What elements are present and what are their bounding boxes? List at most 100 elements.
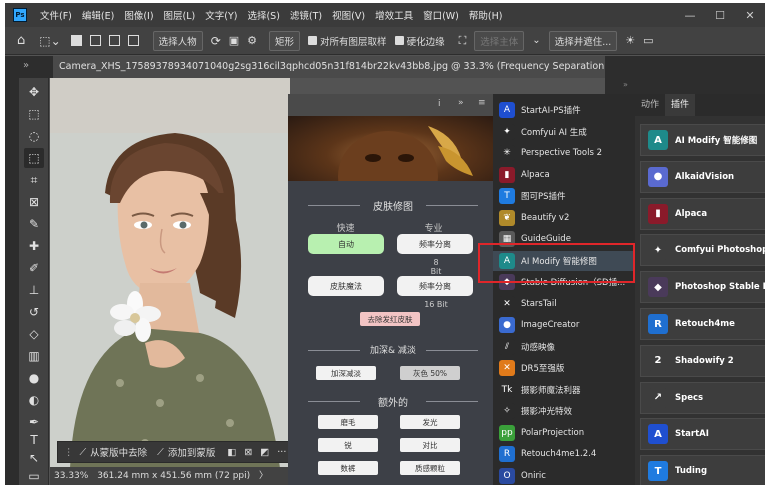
tab-actions[interactable]: 动作 (635, 94, 665, 116)
quick-select-tool-icon[interactable]: ⬚ (24, 148, 44, 168)
brush-tool-icon[interactable]: ✐ (24, 258, 44, 278)
menu-item[interactable]: 图层(L) (159, 8, 201, 22)
new-selection-icon[interactable] (70, 35, 82, 46)
extra-button-d[interactable]: 对比 (400, 438, 460, 452)
mask-icon[interactable]: ◧ (227, 447, 236, 458)
type-tool-icon[interactable]: T (24, 430, 44, 450)
plugin-list-item[interactable]: ✕ DR5至强版 (493, 358, 635, 378)
plugin-list-item[interactable]: ▮ Alpaca (493, 165, 635, 185)
plugin-list-item[interactable]: Tk 摄影师魔法利器 (493, 380, 635, 400)
gradient-tool-icon[interactable]: ▥ (24, 346, 44, 366)
light-icon[interactable]: ☀ (625, 34, 635, 47)
plugin-list-item[interactable]: T 图可PS插件 (493, 186, 635, 206)
select-subject-icon[interactable]: ⛶ (459, 34, 467, 48)
frequency-separation-16bit-button[interactable]: 频率分离 (397, 276, 473, 296)
plugin-entry[interactable]: A StartAI (640, 418, 765, 451)
gray-50-button[interactable]: 灰色 50% (400, 366, 460, 380)
skin-magic-button[interactable]: 皮肤魔法 (308, 276, 384, 296)
hard-edge-checkbox[interactable]: 硬化边缘 (394, 34, 445, 48)
extra-button-a[interactable]: 磨毛 (318, 415, 378, 429)
path-select-icon[interactable]: ↖ (24, 448, 44, 468)
gear-icon[interactable]: ⚙ (247, 34, 257, 47)
plugin-entry[interactable]: 2 Shadowify 2 (640, 344, 765, 377)
document-tab[interactable]: Camera_XHS_17589378934071040g2sg316cil3q… (53, 56, 605, 78)
menu-item[interactable]: 视图(V) (327, 8, 370, 22)
select-subject-button[interactable]: 选择主体 (474, 30, 525, 51)
mode-dropdown[interactable]: 矩形 (269, 30, 301, 51)
menu-item[interactable]: 窗口(W) (418, 8, 464, 22)
plugin-entry[interactable]: T Tuding (640, 455, 765, 485)
subtract-from-mask-button[interactable]: 从蒙版中去除 (90, 445, 147, 459)
menu-item[interactable]: 文字(Y) (200, 8, 242, 22)
document-canvas[interactable] (50, 78, 290, 468)
extra-button-f[interactable]: 质感颗粒 (400, 461, 460, 475)
shape-tool-icon[interactable]: ▭ (24, 466, 44, 485)
plugin-entry[interactable]: ● AlkaidVision (640, 160, 765, 193)
refresh-icon[interactable]: ⟳ (211, 34, 221, 48)
dodge-tool-icon[interactable]: ◐ (24, 390, 44, 410)
menu-item[interactable]: 选择(S) (242, 8, 284, 22)
plugin-list-item[interactable]: O Oniric (493, 466, 635, 486)
plugin-entry[interactable]: ✦ Comfyui Photoshop (640, 234, 765, 267)
menu-item[interactable]: 编辑(E) (77, 8, 119, 22)
sample-icon[interactable]: ▣ (229, 34, 239, 47)
minimize-button[interactable]: — (675, 3, 705, 27)
extra-button-b[interactable]: 发光 (400, 415, 460, 429)
plugin-list-item[interactable]: ✧ 摄影冲光特效 (493, 401, 635, 421)
pen-tool-icon[interactable]: ✒ (24, 412, 44, 432)
plugin-entry[interactable]: R Retouch4me (640, 308, 765, 340)
frequency-separation-8bit-button[interactable]: 频率分离 (397, 234, 473, 254)
plugin-entry[interactable]: ▮ Alpaca (640, 197, 765, 230)
frame-tool-icon[interactable]: ⊠ (24, 192, 44, 212)
plugin-entry[interactable]: ↗ Specs (640, 381, 765, 414)
quick-select-tool-icon[interactable]: ⬚⌄ (39, 34, 60, 48)
auto-button[interactable]: 自动 (308, 234, 384, 254)
subtract-selection-icon[interactable] (108, 35, 120, 46)
marquee-tool-icon[interactable]: ⬚ (24, 104, 44, 124)
add-selection-icon[interactable] (89, 35, 101, 46)
plugin-list-item[interactable]: ❦ Beautify v2 (493, 208, 635, 228)
history-brush-icon[interactable]: ↺ (24, 302, 44, 322)
stamp-tool-icon[interactable]: ⊥ (24, 280, 44, 300)
dodge-burn-button[interactable]: 加深减淡 (316, 366, 376, 380)
sample-all-layers-checkbox[interactable]: 对所有图层取样 (308, 34, 387, 48)
menu-item[interactable]: 图像(I) (119, 8, 158, 22)
extra-button-c[interactable]: 锐 (318, 438, 378, 452)
plugin-list-item[interactable]: ✦ Comfyui AI 生成 (493, 122, 635, 142)
select-subject-dropdown[interactable]: 选择人物 (152, 30, 203, 51)
zoom-level[interactable]: 33.33% (54, 471, 88, 481)
lasso-tool-icon[interactable]: ◌ (24, 126, 44, 146)
tab-plugins[interactable]: 插件 (665, 94, 696, 116)
extra-button-e[interactable]: 数裤 (318, 461, 378, 475)
plugin-list-item[interactable]: ⫽ 动感映像 (493, 337, 635, 357)
screen-mode-icon[interactable]: ▭ (643, 34, 653, 47)
plugin-list-item[interactable]: ● ImageCreator (493, 315, 635, 335)
add-mask-icon[interactable]: ⟋ (157, 447, 164, 458)
healing-brush-icon[interactable]: ✚ (24, 236, 44, 256)
crop-tool-icon[interactable]: ⌗ (24, 170, 44, 190)
plugin-list-item[interactable]: ✕ StarsTail (493, 294, 635, 314)
fill-icon[interactable]: ◩ (260, 447, 269, 458)
collapse-icon[interactable]: » (23, 60, 29, 71)
subtract-mask-icon[interactable]: ⟋ (80, 447, 87, 458)
move-tool-icon[interactable]: ✥ (24, 82, 44, 102)
plugin-list-item[interactable]: pp PolarProjection (493, 423, 635, 443)
close-button[interactable]: ✕ (735, 3, 765, 27)
eyedropper-tool-icon[interactable]: ✎ (24, 214, 44, 234)
plugin-list-item[interactable]: ✳ Perspective Tools 2 (493, 143, 635, 163)
menu-item[interactable]: 帮助(H) (464, 8, 508, 22)
menu-item[interactable]: 滤镜(T) (285, 8, 327, 22)
invert-icon[interactable]: ⊠ (244, 447, 252, 458)
panel-collapse-icon[interactable]: » (458, 98, 464, 108)
chevron-down-icon[interactable]: ⌄ (532, 35, 540, 46)
menu-item[interactable]: 增效工具 (370, 8, 418, 22)
remove-red-skin-button[interactable]: 去除发红皮肤 (360, 312, 420, 326)
plugin-list-item[interactable]: A StartAI-PS插件 (493, 100, 635, 120)
plugin-entry[interactable]: A AI Modify 智能修图 (640, 124, 765, 156)
blur-tool-icon[interactable]: ● (24, 368, 44, 388)
drag-handle-icon[interactable]: ⋮ (64, 447, 74, 458)
maximize-button[interactable]: ☐ (705, 3, 735, 27)
add-to-mask-button[interactable]: 添加到蒙版 (168, 445, 216, 459)
eraser-tool-icon[interactable]: ◇ (24, 324, 44, 344)
plugin-list-item[interactable]: R Retouch4me1.2.4 (493, 444, 635, 464)
